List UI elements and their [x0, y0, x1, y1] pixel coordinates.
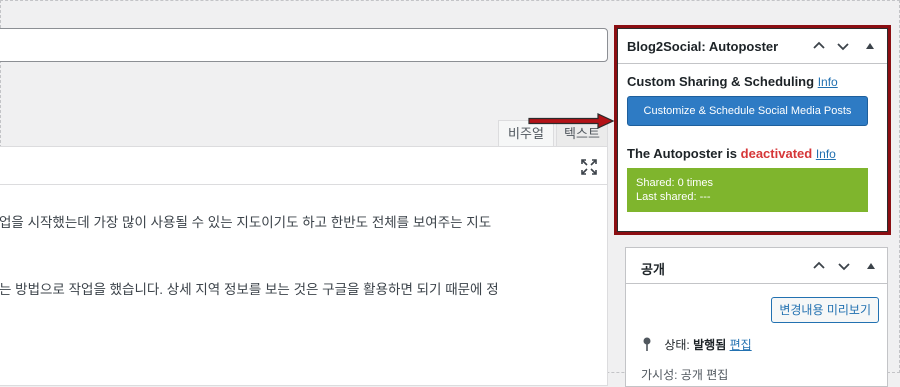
editor-text-line: 업을 시작했는데 가장 많이 사용될 수 있는 지도이기도 하고 한반도 전체를…	[0, 215, 492, 230]
collapse-toggle-icon[interactable]	[864, 259, 878, 273]
status-edit-link[interactable]: 편집	[730, 338, 752, 352]
last-shared: Last shared: ---	[636, 191, 711, 203]
autoposter-prefix: The Autoposter is	[627, 146, 738, 161]
b2s-autoposter-box: Blog2Social: Autoposter Custom Sharing &…	[617, 28, 888, 232]
status-value: 발행됨	[693, 338, 727, 352]
autoposter-status-label: The Autoposter is deactivated Info	[627, 146, 836, 161]
shared-count: Shared: 0 times	[636, 177, 714, 189]
publish-box-header: 공개	[626, 248, 887, 284]
status-label: 상태:	[664, 338, 690, 352]
custom-sharing-text: Custom Sharing & Scheduling	[627, 74, 815, 89]
pin-icon	[643, 337, 651, 351]
fullscreen-icon[interactable]	[581, 159, 597, 175]
customize-schedule-button[interactable]: Customize & Schedule Social Media Posts	[627, 96, 868, 126]
preview-changes-button[interactable]: 변경내용 미리보기	[771, 297, 879, 323]
publish-box: 공개 변경내용 미리보기 상태: 발행됨 편집 가시성: 공개 편집	[625, 247, 888, 387]
custom-sharing-info-link[interactable]: Info	[818, 75, 838, 89]
chevron-down-icon[interactable]	[836, 39, 850, 53]
autoposter-info-link[interactable]: Info	[816, 147, 836, 161]
post-title-input[interactable]	[0, 28, 608, 62]
chevron-down-icon[interactable]	[837, 259, 851, 273]
editor-toolbar	[0, 147, 607, 185]
collapse-toggle-icon[interactable]	[863, 39, 877, 53]
chevron-up-icon[interactable]	[812, 39, 826, 53]
post-status-row: 상태: 발행됨 편집	[641, 336, 752, 353]
chevron-up-icon[interactable]	[812, 259, 826, 273]
pointer-arrow-icon	[528, 113, 614, 129]
b2s-box-title: Blog2Social: Autoposter	[627, 39, 779, 54]
shared-stats-panel: Shared: 0 times Last shared: ---	[627, 168, 868, 212]
visibility-row: 가시성: 공개 편집	[641, 368, 729, 382]
editor-text-line: 는 방법으로 작업을 했습니다. 상세 지역 정보를 보는 것은 구글을 활용하…	[0, 282, 499, 297]
custom-sharing-label: Custom Sharing & Scheduling Info	[627, 74, 838, 89]
content-editor[interactable]: 업을 시작했는데 가장 많이 사용될 수 있는 지도이기도 하고 한반도 전체를…	[0, 146, 608, 386]
publish-box-title: 공개	[641, 262, 665, 277]
b2s-box-header: Blog2Social: Autoposter	[617, 28, 888, 64]
autoposter-status: deactivated	[740, 146, 813, 161]
